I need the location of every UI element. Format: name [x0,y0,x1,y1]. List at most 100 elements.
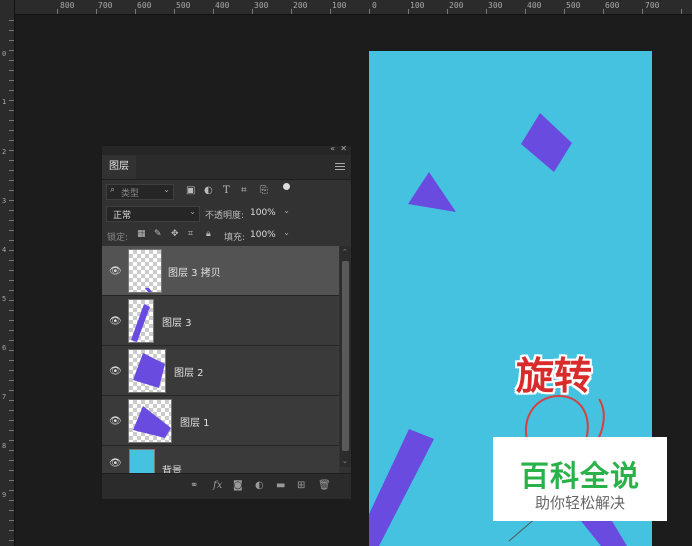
layer-row-background[interactable]: 👁︎ 背景 [102,446,339,477]
ruler-tick [564,9,565,14]
eye-icon[interactable]: 👁︎ [109,416,122,427]
filter-type-icon[interactable]: T [223,185,230,196]
collapse-icon[interactable]: « [330,144,335,153]
shape-bar[interactable] [369,429,434,546]
lock-paint-icon[interactable]: ✎ [154,229,162,239]
close-icon[interactable]: ✕ [340,144,347,153]
eye-icon[interactable]: 👁︎ [109,366,122,377]
ruler-tick [9,480,14,481]
ruler-label: 800 [60,1,75,10]
scroll-up-icon[interactable]: ⌃ [342,248,348,256]
ruler-tick [525,9,526,14]
rotate-annotation: 旋转 [516,354,593,398]
ruler-label: 200 [293,1,308,10]
ruler-label: 0 [2,50,7,58]
ruler-label: 400 [215,1,230,10]
fill-value: 100% [250,230,276,240]
ruler-tick [9,60,14,61]
ruler-tick [9,160,14,161]
lock-move-icon[interactable]: ✥ [171,229,179,239]
layer-name: 图层 1 [180,418,210,429]
scrollbar-thumb[interactable] [342,261,349,451]
ruler-tick [642,9,643,14]
mask-icon[interactable]: ◙ [233,480,243,491]
blend-mode-select[interactable]: 正常 ⌄ [106,206,200,222]
lock-label: 锁定: [107,233,129,243]
filter-adjustment-icon[interactable]: ◐ [204,185,213,196]
ruler-horizontal: 800 700 600 500 400 300 200 100 0 100 20… [0,0,692,15]
eye-icon[interactable]: 👁︎ [109,458,122,469]
ruler-label: 5 [2,295,7,303]
ruler-label: 700 [645,1,660,10]
trash-icon[interactable]: 🗑︎ [318,480,331,491]
ruler-label: 4 [2,246,7,254]
ruler-label: 7 [2,393,7,401]
ruler-tick [9,280,14,281]
layer-row[interactable]: 👁︎ 图层 1 [102,396,339,446]
blend-mode-value: 正常 [113,211,132,221]
layer-name: 图层 2 [174,368,204,379]
ruler-tick [9,20,14,21]
ruler-tick [135,9,136,14]
ruler-label: 500 [566,1,581,10]
ruler-label: 3 [2,197,7,205]
lock-transparent-icon[interactable]: ▦ [137,229,146,239]
ruler-tick [9,410,14,411]
tab-layers[interactable]: 图层 [102,155,136,179]
adjustment-icon[interactable]: ◐ [255,480,264,491]
ruler-tick [9,500,14,501]
panel-menu-icon[interactable] [335,163,345,172]
chevron-down-icon: ⌄ [189,207,196,216]
scroll-down-icon[interactable]: ⌄ [342,457,348,465]
ruler-tick [9,50,14,51]
layers-scrollbar[interactable]: ⌃ ⌄ [340,246,351,467]
ruler-tick [9,80,14,81]
fill-label: 填充: [224,233,246,243]
ruler-tick [9,430,14,431]
layer-row[interactable]: 👁︎ 图层 2 [102,346,339,396]
layer-thumbnail [128,249,162,293]
filter-shape-icon[interactable]: ⌗ [241,185,247,196]
ruler-tick [213,9,214,14]
eye-icon[interactable]: 👁︎ [109,266,122,277]
eye-icon[interactable]: 👁︎ [109,316,122,327]
lock-artboard-icon[interactable]: ⌗ [188,229,193,239]
ruler-tick [9,390,14,391]
ruler-tick [9,190,14,191]
panel-tab-bar: 图层 [102,155,351,180]
ruler-label: 100 [410,1,425,10]
layer-row[interactable]: 👁︎ 图层 3 拷贝 [102,246,339,296]
ruler-tick [9,150,14,151]
lock-all-icon[interactable]: 🔒︎ [206,229,211,239]
ruler-vertical: 0 1 2 3 4 5 6 7 8 9 [0,0,15,546]
ruler-tick [9,530,14,531]
ruler-tick [330,9,331,14]
layer-row[interactable]: 👁︎ 图层 3 [102,296,339,346]
opacity-value: 100% [250,208,276,218]
filter-toggle-icon[interactable] [283,183,290,190]
fill-field[interactable]: 100% ⌄ [248,228,292,242]
filter-smart-object-icon[interactable]: ⎘ [260,185,268,196]
chevron-down-icon: ⌄ [283,228,290,237]
ruler-tick [9,110,14,111]
shape-diamond[interactable] [521,113,572,172]
link-icon[interactable]: ⚭ [190,480,198,491]
ruler-tick [9,200,14,201]
ruler-tick [9,360,14,361]
panel-title-bar[interactable]: « ✕ [102,144,351,155]
ruler-label: 8 [2,442,7,450]
ruler-label: 500 [176,1,191,10]
chevron-down-icon: ⌄ [163,185,170,194]
filter-kind-select[interactable]: ⌕ 类型 ⌄ [106,184,174,200]
new-layer-icon[interactable]: ⊞ [297,480,305,491]
folder-icon[interactable]: ▬ [276,480,285,491]
filter-kind-label: 类型 [121,189,140,199]
fx-icon[interactable]: fx [213,480,222,491]
ruler-label: 9 [2,491,7,499]
filter-pixel-icon[interactable]: ▣ [186,185,195,196]
search-icon: ⌕ [110,185,116,195]
shape-triangle[interactable] [408,172,456,212]
ruler-tick [9,250,14,251]
opacity-field[interactable]: 100% ⌄ [248,206,292,220]
ruler-tick [9,30,14,31]
